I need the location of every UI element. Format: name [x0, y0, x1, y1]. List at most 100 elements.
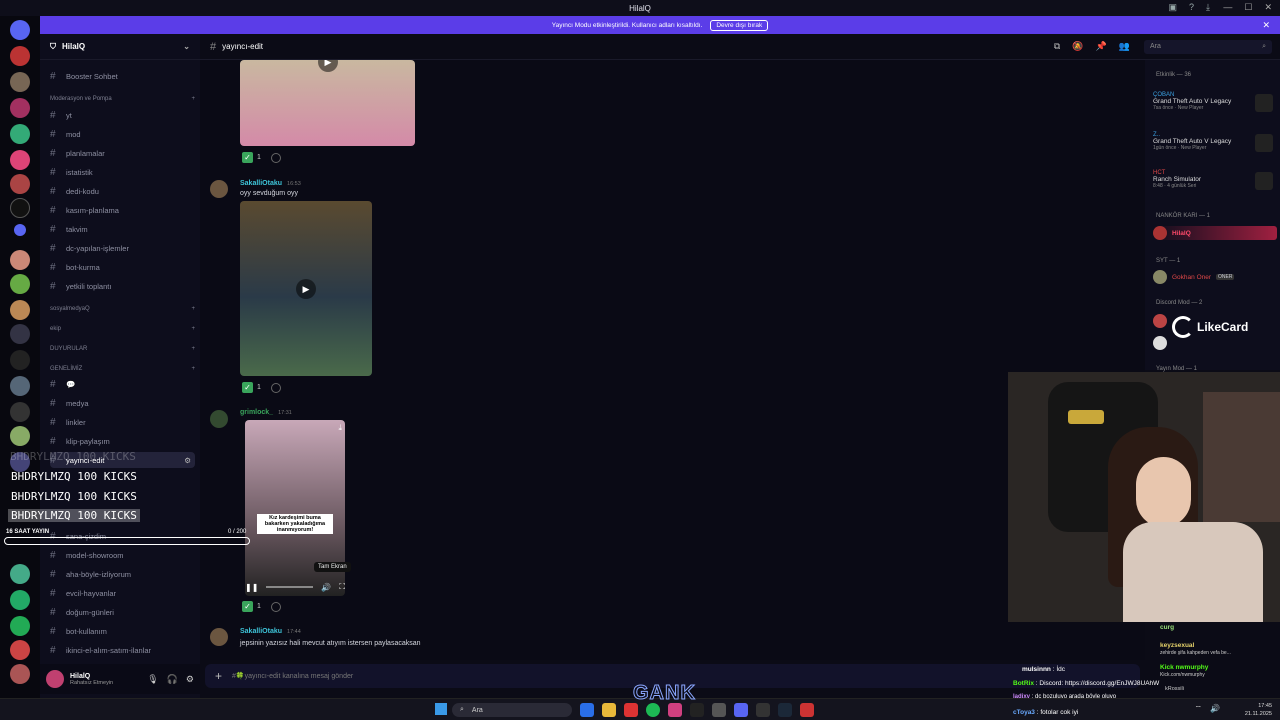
- banner-close-icon[interactable]: ✕: [1262, 20, 1270, 31]
- channel-item[interactable]: # klip-paylaşım: [50, 433, 195, 449]
- channel-item[interactable]: # linkler: [50, 414, 195, 430]
- server-icon[interactable]: [10, 350, 30, 370]
- app-icon[interactable]: [624, 703, 638, 717]
- maximize-icon[interactable]: ☐: [1244, 2, 1252, 13]
- steam-icon[interactable]: [778, 703, 792, 717]
- inbox-icon[interactable]: ▣: [1168, 2, 1177, 13]
- minimize-icon[interactable]: —: [1223, 2, 1232, 13]
- channel-item[interactable]: # yt: [50, 107, 195, 123]
- spotify-icon[interactable]: [646, 703, 660, 717]
- category-genel[interactable]: GENELİMİZ +: [50, 366, 195, 372]
- server-icon[interactable]: [10, 640, 30, 660]
- channel-item[interactable]: # doğum-günleri: [50, 604, 195, 620]
- activity-card[interactable]: ÇOBAN Grand Theft Auto V Legacy 7sa önce…: [1153, 92, 1273, 112]
- member-item[interactable]: Gokhan Oner ONER: [1153, 270, 1277, 284]
- edge-icon[interactable]: [580, 703, 594, 717]
- notification-icon[interactable]: 🔕: [1072, 41, 1083, 52]
- add-reaction-icon[interactable]: [270, 152, 281, 163]
- server-icon[interactable]: [10, 402, 30, 422]
- author-name[interactable]: SakalliOtaku: [240, 628, 282, 635]
- settings-icon[interactable]: ⚙: [184, 456, 191, 465]
- server-icon[interactable]: [10, 616, 30, 636]
- channel-item[interactable]: # 💬: [50, 376, 195, 392]
- author-name[interactable]: SakalliOtaku: [240, 180, 282, 187]
- check-reaction[interactable]: ✓: [242, 152, 253, 163]
- add-channel-icon[interactable]: +: [191, 346, 195, 352]
- avatar[interactable]: [210, 180, 228, 198]
- taskbar-search[interactable]: ⌕ Ara: [452, 703, 572, 717]
- server-icon[interactable]: [14, 224, 26, 236]
- avatar[interactable]: [46, 670, 64, 688]
- seek-bar[interactable]: [266, 586, 314, 588]
- download-icon[interactable]: ⤓: [338, 423, 342, 433]
- server-icon[interactable]: [10, 72, 30, 92]
- search-input[interactable]: Ara ⌕: [1144, 39, 1272, 54]
- close-icon[interactable]: ✕: [1264, 2, 1272, 13]
- server-icon[interactable]: [10, 98, 30, 118]
- disable-streamer-mode-button[interactable]: Devre dışı bırak: [710, 19, 769, 31]
- server-icon[interactable]: [10, 150, 30, 170]
- server-icon[interactable]: [10, 250, 30, 270]
- server-icon[interactable]: [10, 274, 30, 294]
- settings-icon[interactable]: ⚙: [186, 674, 194, 685]
- category-ekip[interactable]: ekip +: [50, 326, 195, 332]
- threads-icon[interactable]: ⧉: [1054, 41, 1060, 52]
- channel-item[interactable]: # ikinci-el-alım-satım-ilanlar: [50, 642, 195, 658]
- server-icon[interactable]: [10, 426, 30, 446]
- category-duyuru[interactable]: DUYURULAR +: [50, 346, 195, 352]
- pin-icon[interactable]: 📌: [1096, 41, 1107, 52]
- channel-item[interactable]: # bot-kullanım: [50, 623, 195, 639]
- member-item[interactable]: HilalQ: [1153, 226, 1277, 240]
- activity-card[interactable]: Z.. Grand Theft Auto V Legacy 1gün önce …: [1153, 132, 1273, 152]
- server-icon[interactable]: [10, 300, 30, 320]
- instagram-icon[interactable]: [668, 703, 682, 717]
- channel-item[interactable]: # kasım-planlama: [50, 202, 195, 218]
- avatar[interactable]: [210, 410, 228, 428]
- add-channel-icon[interactable]: +: [191, 96, 195, 102]
- add-reaction-icon[interactable]: [270, 382, 281, 393]
- channel-item[interactable]: # takvim: [50, 221, 195, 237]
- download-icon[interactable]: ⤓: [1206, 2, 1210, 13]
- app-icon[interactable]: [800, 703, 814, 717]
- add-channel-icon[interactable]: +: [191, 306, 195, 312]
- server-icon[interactable]: [10, 564, 30, 584]
- channel-item[interactable]: # model-showroom: [50, 547, 195, 563]
- category-moderation[interactable]: Moderasyon ve Pompa +: [50, 96, 195, 102]
- server-icon[interactable]: [10, 46, 30, 66]
- play-icon[interactable]: ▶: [318, 60, 338, 72]
- pause-icon[interactable]: ❚❚: [245, 583, 258, 592]
- tiktok-icon[interactable]: [690, 703, 704, 717]
- volume-icon[interactable]: 🔊: [1210, 704, 1220, 714]
- members-icon[interactable]: 👥: [1119, 41, 1130, 52]
- microphone-icon[interactable]: 🎙: [147, 674, 158, 685]
- channel-item[interactable]: # istatistik: [50, 164, 195, 180]
- avatar[interactable]: [210, 628, 228, 646]
- server-icon[interactable]: [10, 124, 30, 144]
- obs-icon[interactable]: [756, 703, 770, 717]
- channel-item[interactable]: # medya: [50, 395, 195, 411]
- server-icon[interactable]: [10, 590, 30, 610]
- server-icon[interactable]: [10, 174, 30, 194]
- channel-item[interactable]: # dc-yapılan-işlemler: [50, 240, 195, 256]
- guild-header[interactable]: ⛉ HilalQ ⌄: [40, 34, 200, 60]
- home-button[interactable]: [10, 20, 30, 40]
- category-social[interactable]: sosyalmedyaQ +: [50, 306, 195, 312]
- author-name[interactable]: grimlock_: [240, 409, 273, 416]
- help-icon[interactable]: ?: [1189, 2, 1194, 13]
- windows-start-icon[interactable]: [435, 703, 447, 715]
- channel-item[interactable]: # dedi-kodu: [50, 183, 195, 199]
- play-icon[interactable]: ▶: [296, 279, 316, 299]
- channel-booster[interactable]: # Booster Sohbet: [50, 68, 195, 84]
- add-reaction-icon[interactable]: [270, 601, 281, 612]
- volume-icon[interactable]: 🔊: [321, 583, 331, 592]
- check-reaction[interactable]: ✓: [242, 382, 253, 393]
- headphones-icon[interactable]: 🎧: [167, 674, 178, 685]
- video-attachment[interactable]: ▶: [240, 60, 415, 146]
- member-item[interactable]: [1153, 336, 1277, 350]
- taskbar-clock[interactable]: 17:45 21.11.2025: [1245, 702, 1272, 718]
- video-attachment[interactable]: ▶: [240, 201, 372, 376]
- add-channel-icon[interactable]: +: [191, 366, 195, 372]
- channel-item[interactable]: # yetkili toplantı: [50, 278, 195, 294]
- channel-item[interactable]: # aha-böyle-izliyorum: [50, 566, 195, 582]
- channel-item[interactable]: # mod: [50, 126, 195, 142]
